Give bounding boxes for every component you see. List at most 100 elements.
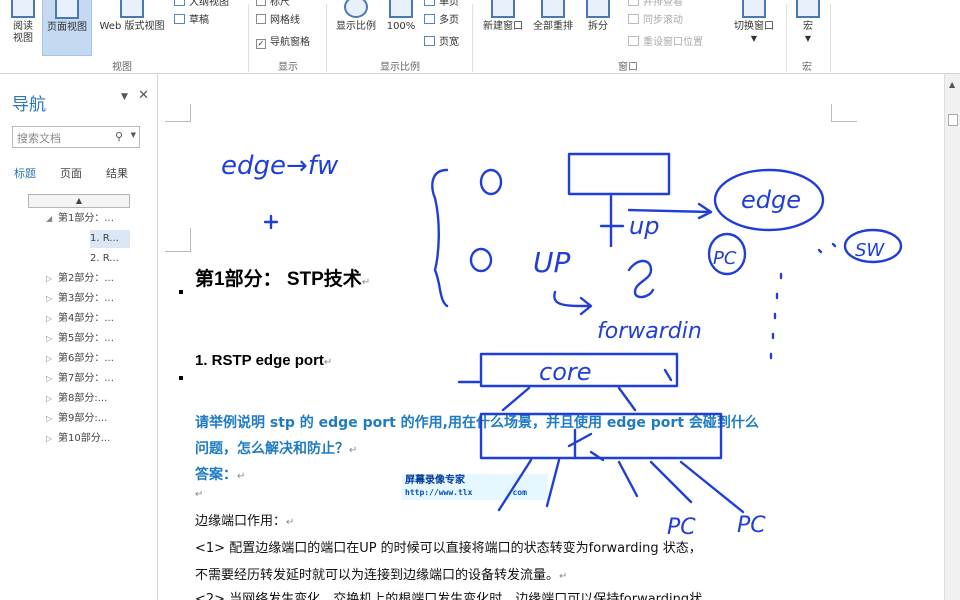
chevron-down-icon[interactable]: ▼ bbox=[131, 131, 136, 139]
ink-plus-mark bbox=[263, 214, 279, 230]
nav-item[interactable]: ▷ 第6部分：... bbox=[46, 350, 114, 368]
scrollbar-thumb[interactable] bbox=[948, 114, 958, 126]
nav-item[interactable]: ▷ 第3部分：... bbox=[46, 290, 114, 308]
search-icon[interactable]: ⚲ bbox=[115, 130, 123, 143]
web-layout-button[interactable]: Web 版式视图 bbox=[94, 0, 170, 56]
ruler-checkbox[interactable]: 标尺 bbox=[256, 0, 290, 10]
empty-paragraph[interactable]: ↵ bbox=[195, 486, 203, 501]
nav-item[interactable]: ◢ 第1部分：... bbox=[46, 210, 114, 228]
paragraph-mark: ↵ bbox=[237, 471, 246, 482]
one-page-button[interactable]: 单页 bbox=[424, 0, 459, 10]
ink-brace bbox=[431, 168, 449, 308]
outline-button[interactable]: 大纲视图 bbox=[174, 0, 229, 10]
collapsed-icon[interactable]: ▷ bbox=[46, 330, 58, 348]
collapsed-icon[interactable]: ▷ bbox=[46, 310, 58, 328]
tab-headings[interactable]: 标题 bbox=[14, 165, 36, 181]
watermark-title: 屏幕录像专家 bbox=[405, 475, 465, 486]
reset-window-label: 重设窗口位置 bbox=[643, 37, 703, 48]
ink-pc-3: PC bbox=[737, 513, 766, 538]
group-views-label: 视图 bbox=[112, 62, 132, 73]
nav-pane-label: 导航窗格 bbox=[270, 37, 310, 48]
collapsed-icon[interactable]: ▷ bbox=[46, 370, 58, 388]
multiple-pages-button[interactable]: 多页 bbox=[424, 14, 459, 28]
arrange-all-button[interactable]: 全部重排 bbox=[528, 0, 578, 56]
arrange-all-label: 全部重排 bbox=[533, 21, 573, 32]
para-1-line-2[interactable]: 不需要经历转发延时就可以为连接到边缘端口的设备转发流量。↵ bbox=[195, 564, 567, 583]
collapsed-icon[interactable]: ▷ bbox=[46, 290, 58, 308]
vertical-scrollbar[interactable]: ▲ bbox=[944, 74, 960, 600]
nav-item-label: 第9部分:... bbox=[58, 413, 108, 424]
draft-button[interactable]: 草稿 bbox=[174, 14, 209, 28]
tab-pages[interactable]: 页面 bbox=[60, 165, 82, 181]
heading-1[interactable]: 第1部分： STP技术↵ bbox=[195, 264, 370, 291]
heading-bullet bbox=[179, 290, 183, 294]
para-1-line-1[interactable]: <1> 配置边缘端口的端口在UP 的时候可以直接将端口的状态转变为forward… bbox=[195, 537, 702, 556]
scroll-up-button[interactable]: ▲ bbox=[28, 194, 130, 208]
reset-window-icon bbox=[628, 36, 639, 46]
heading-2-text: 1. RSTP edge port bbox=[195, 352, 324, 369]
chevron-down-icon: ▼ bbox=[750, 34, 758, 43]
ink-edge-fw: edge→fw bbox=[221, 151, 339, 181]
nav-item-label: 第6部分：... bbox=[58, 353, 114, 364]
zoom-100-button[interactable]: 100% bbox=[382, 0, 420, 56]
nav-pane-checkbox[interactable]: ✓ 导航窗格 bbox=[256, 36, 310, 50]
group-window-label: 窗口 bbox=[618, 62, 638, 73]
collapsed-icon[interactable]: ▷ bbox=[46, 350, 58, 368]
question-line-1[interactable]: 请举例说明 stp 的 edge port 的作用,用在什么场景，并且使用 ed… bbox=[195, 412, 759, 432]
nav-item[interactable]: ▷ 第10部分... bbox=[46, 430, 110, 448]
macros-button[interactable]: 宏 ▼ bbox=[790, 0, 826, 56]
gridlines-checkbox[interactable]: 网格线 bbox=[256, 14, 300, 28]
one-page-label: 单页 bbox=[439, 0, 459, 8]
tab-results[interactable]: 结果 bbox=[106, 165, 128, 181]
para-title[interactable]: 边缘端口作用：↵ bbox=[195, 510, 294, 529]
ink-up-1: up bbox=[629, 212, 659, 240]
reset-window-button[interactable]: 重设窗口位置 bbox=[628, 36, 703, 50]
page-width-button[interactable]: 页宽 bbox=[424, 36, 459, 50]
document-area: 第1部分： STP技术↵ 1. RSTP edge port↵ 请举例说明 st… bbox=[159, 74, 944, 600]
ink-pc-circle bbox=[707, 232, 747, 276]
chevron-down-icon: ▼ bbox=[804, 34, 812, 43]
ink-link-line bbox=[599, 194, 625, 248]
collapsed-icon[interactable]: ▷ bbox=[46, 390, 58, 408]
ink-core-box bbox=[479, 352, 679, 388]
ink-core-links bbox=[501, 386, 637, 412]
nav-search-input[interactable]: 搜索文档 ⚲ ▼ bbox=[12, 126, 140, 148]
question-line-2[interactable]: 问题，怎么解决和防止？↵ bbox=[195, 438, 357, 458]
nav-item[interactable]: ▷ 第5部分：... bbox=[46, 330, 114, 348]
expanded-icon[interactable]: ◢ bbox=[46, 210, 58, 228]
split-button[interactable]: 拆分 bbox=[580, 0, 616, 56]
ink-up-2: UP bbox=[533, 246, 570, 279]
collapsed-icon[interactable]: ▷ bbox=[46, 270, 58, 288]
nav-item[interactable]: 2. R... bbox=[90, 250, 130, 268]
nav-item[interactable]: ▷ 第4部分：... bbox=[46, 310, 114, 328]
ink-arrow-to-edge bbox=[627, 202, 713, 220]
page-width-icon bbox=[424, 36, 435, 46]
switch-window-button[interactable]: 切换窗口 ▼ bbox=[726, 0, 782, 56]
read-mode-button[interactable]: 阅读 视图 bbox=[4, 0, 42, 56]
nav-item[interactable]: ▷ 第9部分:... bbox=[46, 410, 107, 428]
nav-item[interactable]: ▷ 第8部分:... bbox=[46, 390, 107, 408]
collapsed-icon[interactable]: ▷ bbox=[46, 430, 58, 448]
new-window-button[interactable]: 新建窗口 bbox=[478, 0, 528, 56]
scroll-up-icon[interactable]: ▲ bbox=[949, 80, 955, 89]
close-icon[interactable]: ✕ bbox=[138, 88, 149, 103]
nav-item[interactable]: 1. R... bbox=[90, 230, 130, 248]
side-by-side-button[interactable]: 并排查看 bbox=[628, 0, 683, 10]
read-mode-icon bbox=[11, 0, 35, 18]
nav-item-label: 第7部分：... bbox=[58, 373, 114, 384]
answer-label[interactable]: 答案：↵ bbox=[195, 464, 245, 484]
question-line-2-text: 问题，怎么解决和防止？ bbox=[195, 441, 349, 457]
sync-scroll-button[interactable]: 同步滚动 bbox=[628, 14, 683, 28]
ruler-check-icon bbox=[256, 0, 266, 6]
nav-item[interactable]: ▷ 第7部分：... bbox=[46, 370, 114, 388]
paragraph-mark: ↵ bbox=[195, 489, 204, 500]
zoom-button[interactable]: 显示比例 bbox=[332, 0, 380, 56]
heading-2[interactable]: 1. RSTP edge port↵ bbox=[195, 352, 332, 369]
collapsed-icon[interactable]: ▷ bbox=[46, 410, 58, 428]
para-2-partial[interactable]: <2> 当网络发生变化，交换机上的根端口发生变化时，边缘端口可以保持forwar… bbox=[195, 588, 702, 600]
recorder-watermark: 屏幕录像专家 http://www.tlx com bbox=[402, 474, 548, 500]
ink-box-top bbox=[567, 152, 671, 196]
nav-item[interactable]: ▷ 第2部分：... bbox=[46, 270, 114, 288]
print-layout-button[interactable]: 页面视图 bbox=[42, 0, 92, 56]
nav-options-icon[interactable]: ▼ bbox=[121, 92, 128, 102]
